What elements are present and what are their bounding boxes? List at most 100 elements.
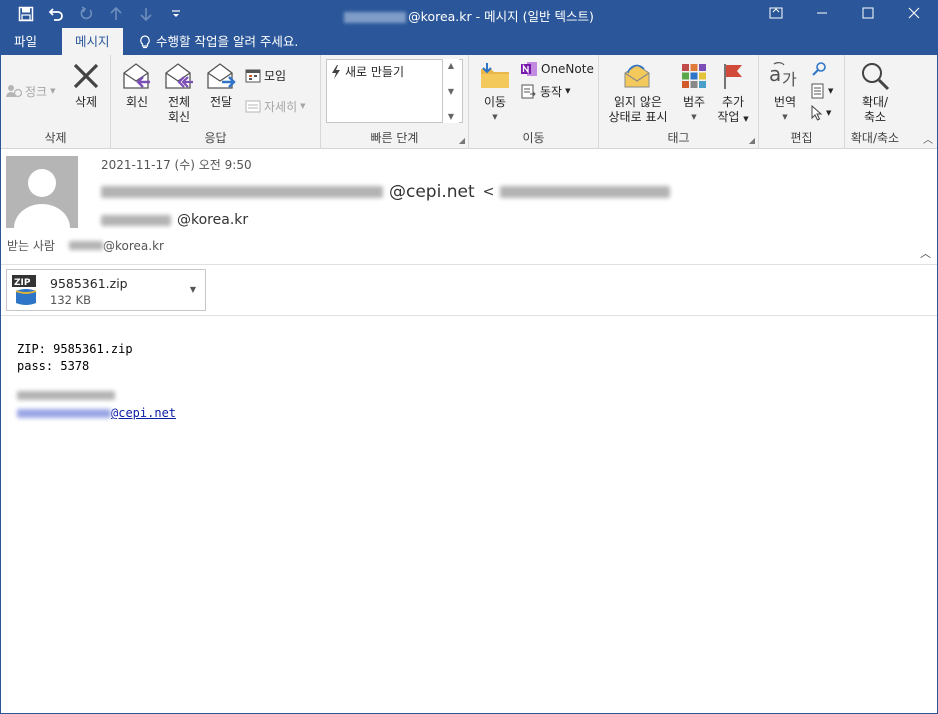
delete-button[interactable]: 삭제 — [67, 59, 105, 110]
message-header: 2021-11-17 (수) 오전 9:50 @cepi.net < @kore… — [1, 149, 937, 265]
recipient-domain[interactable]: @korea.kr — [103, 239, 164, 253]
sender-domain: @cepi.net — [389, 182, 475, 202]
redacted-signature-name — [17, 391, 115, 400]
quick-steps-launcher-icon[interactable]: ◢ — [459, 136, 465, 145]
lightning-icon — [332, 64, 340, 79]
find-icon — [812, 62, 826, 76]
message-body: ZIP: 9585361.zip pass: 5378 @cepi.net — [17, 341, 176, 422]
gallery-more-icon[interactable]: ▼ — [448, 112, 454, 121]
sent-date: 2021-11-17 (수) 오전 9:50 — [101, 158, 252, 172]
ribbon-display-options-icon[interactable] — [753, 1, 799, 25]
group-label-move: 이동 — [522, 131, 545, 145]
actions-icon — [521, 84, 536, 98]
message-window: @korea.kr - 메시지 (일반 텍스트) 파일 메시지 수행할 작업을 … — [0, 0, 938, 714]
signature-name — [17, 388, 176, 405]
create-new-label: 새로 만들기 — [345, 65, 405, 79]
reply-icon — [120, 59, 154, 93]
zip-file-icon: ZIP — [12, 275, 42, 307]
attachment-card[interactable]: ZIP 9585361.zip 132 KB ▼ — [6, 269, 206, 311]
close-icon[interactable] — [891, 1, 937, 25]
redacted-recipient — [68, 241, 103, 250]
reply-all-label-1: 전체 — [167, 95, 191, 109]
tags-launcher-icon[interactable]: ◢ — [749, 136, 755, 145]
select-button[interactable]: ▼ — [811, 103, 831, 123]
zoom-label-1: 확대/ — [861, 95, 889, 109]
redacted-to-name — [101, 214, 171, 226]
categorize-button[interactable]: 범주 ▼ — [677, 59, 711, 125]
forward-button[interactable]: 전달 — [203, 59, 239, 110]
attachment-dropdown-icon[interactable]: ▼ — [190, 285, 196, 294]
title-bar: @korea.kr - 메시지 (일반 텍스트) — [1, 1, 937, 28]
tab-file[interactable]: 파일 — [1, 28, 50, 55]
group-label-zoom: 확대/축소 — [850, 131, 900, 145]
attachment-size: 132 KB — [50, 293, 92, 307]
translate-icon: a가 — [768, 59, 802, 93]
tell-me-search[interactable]: 수행할 작업을 알려 주세요. — [139, 28, 298, 55]
svg-text:ZIP: ZIP — [14, 278, 31, 288]
zoom-label-2: 축소 — [863, 110, 887, 124]
collapse-ribbon-icon[interactable]: ︿ — [923, 131, 933, 146]
attachment-name: 9585361.zip — [50, 276, 128, 291]
reply-all-button[interactable]: 전체 회신 — [161, 59, 197, 125]
meeting-icon — [245, 69, 261, 82]
scroll-up-icon[interactable]: ▲ — [448, 61, 454, 70]
group-respond: 회신 전체 회신 전달 모임 자세히 ▼ 응답 — [111, 55, 321, 149]
junk-label: 정크 — [25, 84, 48, 99]
translate-button[interactable]: a가 번역 ▼ — [765, 59, 805, 125]
forward-label: 전달 — [209, 95, 233, 109]
junk-icon — [6, 85, 22, 98]
quick-step-create-new[interactable]: 새로 만들기 — [331, 63, 404, 80]
tell-me-text: 수행할 작업을 알려 주세요. — [156, 34, 299, 49]
cursor-icon — [811, 105, 823, 121]
lightbulb-icon — [140, 34, 150, 48]
signature-email-link[interactable]: @cepi.net — [17, 406, 176, 420]
magnifier-icon — [858, 59, 892, 93]
group-editing: a가 번역 ▼ ▼ ▼ 편집 — [759, 55, 845, 149]
find-button[interactable] — [811, 59, 827, 79]
meeting-button[interactable]: 모임 — [245, 65, 286, 85]
collapse-header-icon[interactable]: ︿ — [920, 245, 931, 261]
actions-button[interactable]: 동작 ▼ — [521, 81, 570, 101]
tab-message[interactable]: 메시지 — [62, 28, 123, 55]
actions-label: 동작 — [540, 84, 563, 99]
related-button[interactable]: ▼ — [811, 81, 833, 101]
group-label-respond: 응답 — [204, 131, 227, 145]
meeting-label: 모임 — [264, 68, 287, 83]
flag-icon — [716, 59, 750, 93]
onenote-label: OneNote — [541, 62, 594, 76]
to-line[interactable]: @korea.kr — [101, 212, 248, 228]
move-label: 이동 — [483, 95, 507, 109]
junk-button[interactable]: 정크 ▼ — [6, 81, 55, 101]
move-button[interactable]: 이동 ▼ — [475, 59, 515, 125]
envelope-unread-icon — [621, 59, 655, 93]
scroll-down-icon[interactable]: ▼ — [448, 87, 454, 96]
maximize-icon[interactable] — [845, 1, 891, 25]
forward-icon — [204, 59, 238, 93]
reply-all-icon — [162, 59, 196, 93]
reply-button[interactable]: 회신 — [119, 59, 155, 110]
related-icon — [811, 83, 824, 99]
more-respond-icon — [245, 100, 261, 112]
group-zoom: 확대/ 축소 확대/축소 — [845, 55, 905, 149]
group-label-delete: 삭제 — [44, 131, 67, 145]
svg-text:a: a — [769, 62, 781, 86]
minimize-icon[interactable] — [799, 1, 845, 25]
zoom-button[interactable]: 확대/ 축소 — [857, 59, 893, 125]
reply-label: 회신 — [125, 95, 149, 109]
signature-email[interactable]: @cepi.net — [17, 405, 176, 422]
more-respond-button[interactable]: 자세히 ▼ — [245, 96, 306, 116]
redacted-sender-email — [500, 186, 671, 198]
recipients-line: 받는 사람 @korea.kr — [7, 237, 164, 254]
attachment-bar: ZIP 9585361.zip 132 KB ▼ — [1, 265, 937, 316]
follow-up-button[interactable]: 추가 작업 ▼ — [713, 59, 753, 127]
recipients-label: 받는 사람 — [7, 239, 55, 253]
quick-steps-scroll[interactable]: ▲ ▼ ▼ — [442, 59, 459, 123]
translate-label: 번역 — [773, 95, 797, 109]
body-line-pass: pass: 5378 — [17, 359, 90, 373]
sender-line[interactable]: @cepi.net < — [101, 182, 671, 202]
onenote-button[interactable]: OneNote — [521, 59, 594, 79]
mark-unread-button[interactable]: 읽지 않은 상태로 표시 — [601, 59, 675, 125]
onenote-icon — [521, 62, 537, 76]
more-respond-label: 자세히 — [264, 99, 298, 114]
group-tags: 읽지 않은 상태로 표시 범주 ▼ 추가 작업 ▼ 태그 ◢ — [599, 55, 759, 149]
